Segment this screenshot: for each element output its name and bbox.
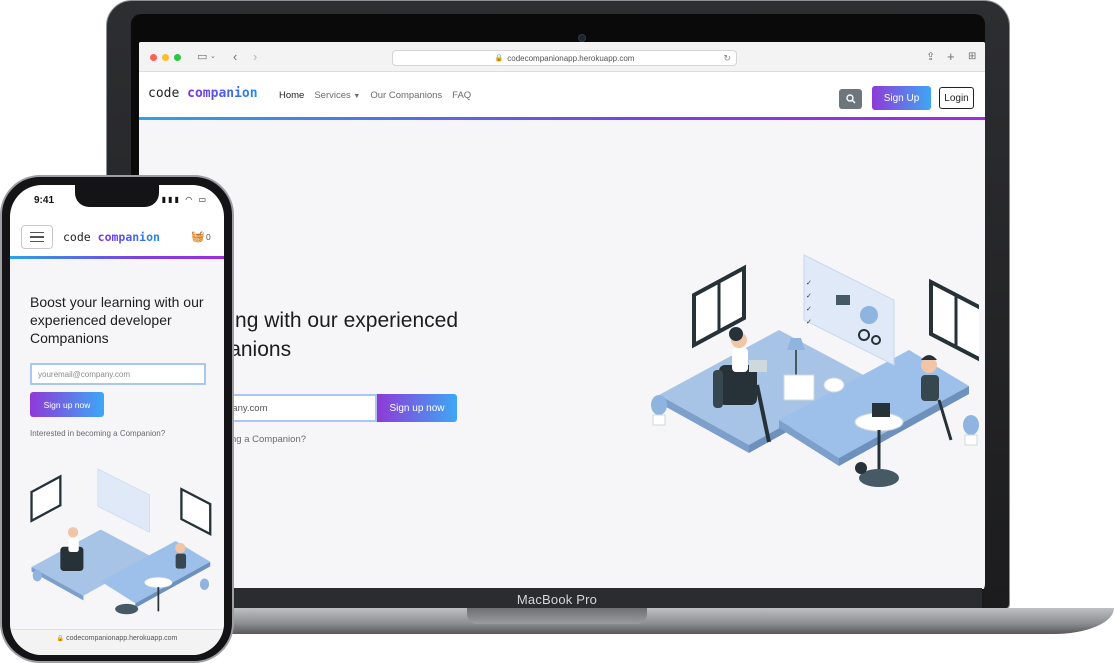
macbook-lid: ▭ ⌄ ‹ › 🔒 codecompanionapp.herokuapp.com…: [106, 0, 1010, 610]
share-icon[interactable]: ⇪: [926, 48, 935, 66]
minimize-window-button[interactable]: [162, 54, 169, 61]
reload-icon[interactable]: ↻: [723, 53, 731, 64]
svg-text:✓: ✓: [806, 305, 812, 313]
plant-right: [963, 415, 979, 446]
iphone: 9:41 ▮▮▮ ◠ ▭ code companion 🧺 0 Boost yo…: [0, 175, 234, 663]
device-mockup-stage: ▭ ⌄ ‹ › 🔒 codecompanionapp.herokuapp.com…: [0, 0, 1114, 663]
battery-icon: ▭: [198, 195, 208, 204]
caret-down-icon: ▼: [353, 93, 361, 100]
lock-icon: 🔒: [494, 55, 504, 62]
email-input[interactable]: pany.com: [221, 394, 377, 422]
mobile-become-companion-link[interactable]: Interested in becoming a Companion?: [30, 429, 165, 438]
back-icon[interactable]: ‹: [233, 48, 237, 66]
basket-count: 0: [206, 232, 211, 242]
window-right: [929, 278, 979, 362]
iphone-notch: [75, 185, 159, 207]
nav-home-link[interactable]: Home: [279, 90, 304, 101]
signal-icon: ▮▮▮: [161, 195, 181, 204]
nav-links: Home Services ▼ Our Companions FAQ: [279, 90, 471, 101]
logo-word-code: code: [148, 86, 180, 101]
macbook-bezel: ▭ ⌄ ‹ › 🔒 codecompanionapp.herokuapp.com…: [131, 14, 985, 594]
svg-text:✓: ✓: [806, 318, 812, 326]
sidebar-icon[interactable]: ▭: [197, 48, 207, 66]
mobile-signup-now-button[interactable]: Sign up now: [30, 392, 104, 417]
search-button[interactable]: [839, 89, 862, 109]
svg-text:✓: ✓: [806, 279, 812, 287]
mobile-address-url: codecompanionapp.herokuapp.com: [66, 635, 178, 642]
status-time: 9:41: [34, 195, 55, 206]
hamburger-icon: [30, 231, 44, 234]
logo-word-companion: companion: [97, 230, 160, 244]
macbook-label: MacBook Pro: [516, 591, 598, 607]
lock-icon: 🔒: [56, 636, 65, 642]
close-window-button[interactable]: [150, 54, 157, 61]
signup-button[interactable]: Sign Up: [872, 86, 931, 110]
nav-companions-link[interactable]: Our Companions: [370, 90, 442, 101]
basket-icon[interactable]: 🧺: [191, 230, 205, 243]
nav-faq-link[interactable]: FAQ: [452, 90, 471, 101]
mobile-hero-illustration: [30, 468, 212, 615]
hamburger-menu-button[interactable]: [21, 225, 53, 249]
iphone-screen: 9:41 ▮▮▮ ◠ ▭ code companion 🧺 0 Boost yo…: [10, 185, 224, 655]
mobile-site-logo[interactable]: code companion: [63, 230, 160, 244]
address-bar[interactable]: 🔒 codecompanionapp.herokuapp.com ↻: [392, 50, 737, 66]
status-icons: ▮▮▮ ◠ ▭: [162, 195, 208, 204]
site-navbar: code companion Home Services ▼ Our Compa…: [139, 72, 985, 120]
mobile-hero: Boost your learning with our experienced…: [10, 259, 224, 629]
nav-services-label: Services: [314, 90, 351, 101]
logo-word-code: code: [63, 230, 91, 244]
chevron-down-icon[interactable]: ⌄: [210, 48, 216, 66]
camera-icon: [578, 34, 586, 42]
new-tab-icon[interactable]: +: [947, 48, 955, 66]
forward-icon[interactable]: ›: [253, 48, 257, 66]
hero-illustration: ✓ ✓ ✓ ✓: [651, 254, 979, 487]
signup-now-button[interactable]: Sign up now: [377, 394, 457, 422]
mobile-hero-title: Boost your learning with our experienced…: [30, 294, 204, 346]
wifi-icon: ◠: [185, 195, 195, 204]
cat: [823, 377, 845, 393]
browser-toolbar: ▭ ⌄ ‹ › 🔒 codecompanionapp.herokuapp.com…: [139, 42, 985, 72]
mobile-address-bar[interactable]: 🔒 codecompanionapp.herokuapp.com: [10, 629, 224, 655]
checklist-panel: ✓ ✓ ✓ ✓: [803, 254, 895, 366]
address-bar-url: codecompanionapp.herokuapp.com: [507, 53, 635, 63]
tab-overview-icon[interactable]: ⊞: [968, 48, 976, 66]
plant-left: [651, 395, 667, 426]
site-logo[interactable]: code companion: [148, 86, 258, 101]
macbook-chin: MacBook Pro: [132, 588, 982, 610]
macbook-thumb-notch: [467, 608, 647, 624]
logo-word-companion: companion: [187, 86, 258, 101]
login-button[interactable]: Login: [939, 87, 974, 109]
navbar-gradient-divider: [139, 117, 985, 120]
mobile-navbar: code companion 🧺 0: [10, 217, 224, 259]
mobile-email-input[interactable]: youremail@company.com: [30, 363, 206, 385]
nav-services-dropdown[interactable]: Services ▼: [314, 90, 360, 101]
zoom-window-button[interactable]: [174, 54, 181, 61]
search-icon: [845, 94, 855, 104]
svg-text:✓: ✓: [806, 292, 812, 300]
macbook-screen: ▭ ⌄ ‹ › 🔒 codecompanionapp.herokuapp.com…: [139, 42, 985, 589]
dog: [855, 462, 899, 487]
